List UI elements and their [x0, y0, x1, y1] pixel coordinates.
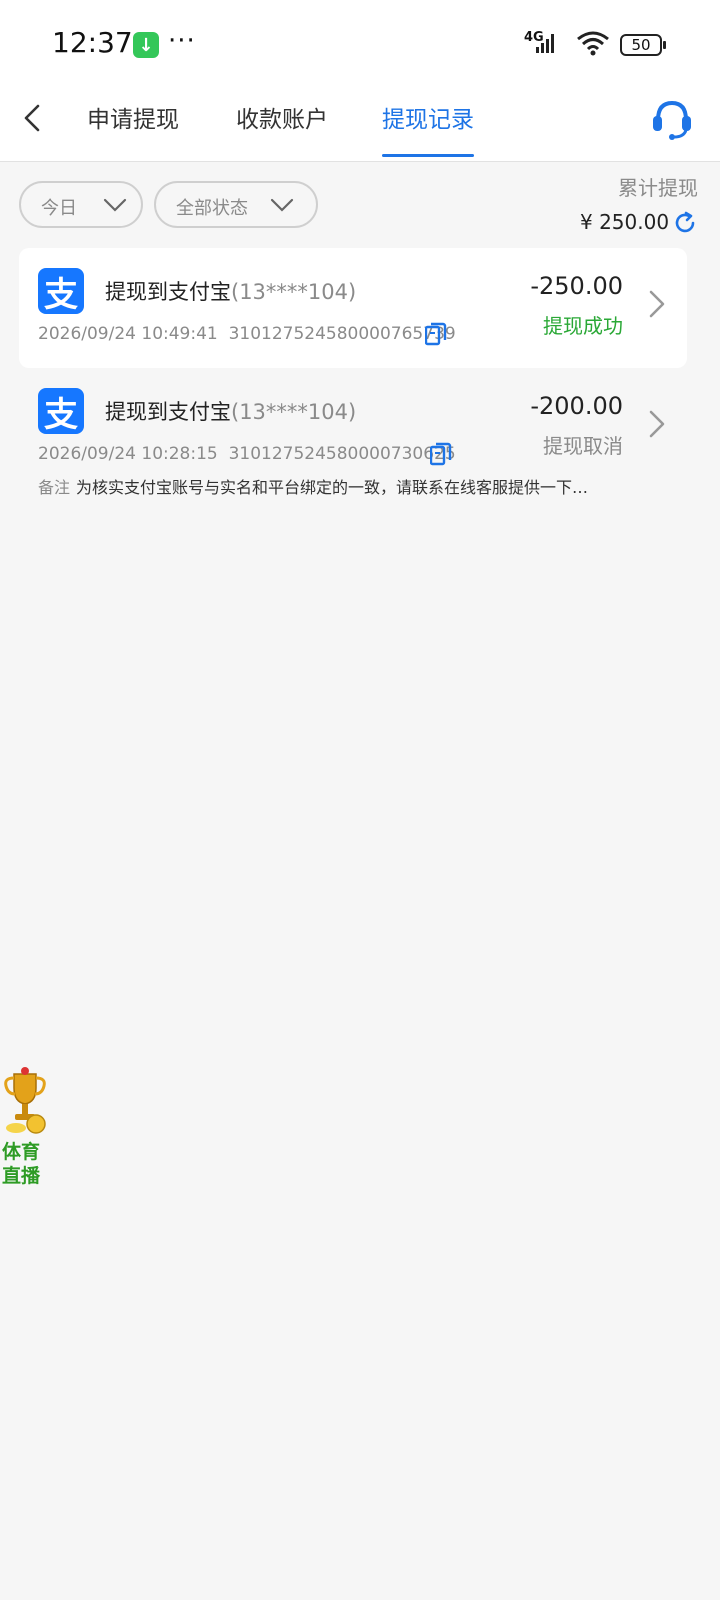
- sports-live-line1: 体育: [2, 1141, 41, 1163]
- alipay-icon: 支: [38, 388, 84, 435]
- chevron-down-icon: [270, 198, 294, 212]
- download-notification-icon: ↓: [133, 32, 159, 58]
- status-time: 12:37: [52, 26, 133, 59]
- record-order-id: 310127524580000765739: [228, 324, 456, 344]
- active-tab-indicator: [382, 154, 474, 157]
- record-status: 提现成功: [543, 314, 623, 338]
- signal-icon: [536, 34, 554, 53]
- chevron-right-icon: [649, 410, 665, 438]
- record-note: 备注 为核实支付宝账号与实名和平台绑定的一致，请联系在线客服提供一下…: [38, 474, 638, 498]
- total-withdraw-amount: ¥ 250.00: [580, 210, 670, 234]
- sports-live-line2: 直播: [2, 1165, 41, 1187]
- withdraw-record-item[interactable]: 支 提现到支付宝(13****104) 2026/09/24 10:28:15 …: [19, 368, 687, 508]
- wifi-icon: [577, 31, 609, 56]
- more-notifications-icon: ···: [168, 26, 196, 56]
- record-account: (13****104): [231, 280, 357, 304]
- tab-receiving-account[interactable]: 收款账户: [236, 100, 328, 158]
- record-amount: -200.00: [530, 392, 623, 420]
- record-note-text: 为核实支付宝账号与实名和平台绑定的一致，请联系在线客服提供一下…: [76, 478, 589, 497]
- sports-live-floating-button[interactable]: 体育 直播: [0, 1066, 50, 1188]
- status-filter-dropdown[interactable]: 全部状态: [154, 181, 318, 228]
- record-meta: 2026/09/24 10:28:15 31012752458000073062…: [38, 444, 456, 464]
- top-nav: 申请提现 收款账户 提现记录: [0, 78, 720, 162]
- record-account: (13****104): [231, 400, 357, 424]
- withdraw-record-item[interactable]: 支 提现到支付宝(13****104) 2026/09/24 10:49:41 …: [19, 248, 687, 368]
- record-amount: -250.00: [530, 272, 623, 300]
- record-status: 提现取消: [543, 434, 623, 458]
- back-arrow-icon[interactable]: [18, 100, 48, 136]
- copy-icon[interactable]: [430, 442, 452, 466]
- record-title-text: 提现到支付宝: [105, 280, 231, 304]
- record-title: 提现到支付宝(13****104): [105, 396, 356, 426]
- tab-withdraw-records[interactable]: 提现记录: [382, 100, 474, 158]
- alipay-icon: 支: [38, 268, 84, 315]
- customer-service-headset-icon[interactable]: [650, 98, 694, 140]
- refresh-icon[interactable]: [673, 211, 697, 235]
- status-bar: 12:37 ↓ ··· 4G 50: [0, 0, 720, 78]
- date-filter-label: 今日: [41, 198, 77, 219]
- date-filter-dropdown[interactable]: 今日: [19, 181, 143, 228]
- chevron-down-icon: [103, 198, 127, 212]
- record-order-id: 310127524580000730625: [228, 444, 456, 464]
- battery-tip: [663, 41, 666, 49]
- record-title-text: 提现到支付宝: [105, 400, 231, 424]
- status-filter-label: 全部状态: [176, 198, 248, 219]
- record-datetime: 2026/09/24 10:28:15: [38, 444, 218, 464]
- record-note-label: 备注: [38, 478, 71, 497]
- total-withdraw-label: 累计提现: [618, 176, 698, 200]
- sports-live-label: 体育 直播: [2, 1140, 50, 1188]
- copy-icon[interactable]: [425, 322, 447, 346]
- record-title: 提现到支付宝(13****104): [105, 276, 356, 306]
- trophy-icon: [4, 1067, 46, 1134]
- record-meta: 2026/09/24 10:49:41 31012752458000076573…: [38, 324, 456, 344]
- battery-icon: 50: [620, 34, 662, 56]
- record-datetime: 2026/09/24 10:49:41: [38, 324, 218, 344]
- tab-apply-withdraw[interactable]: 申请提现: [87, 100, 179, 158]
- chevron-right-icon: [649, 290, 665, 318]
